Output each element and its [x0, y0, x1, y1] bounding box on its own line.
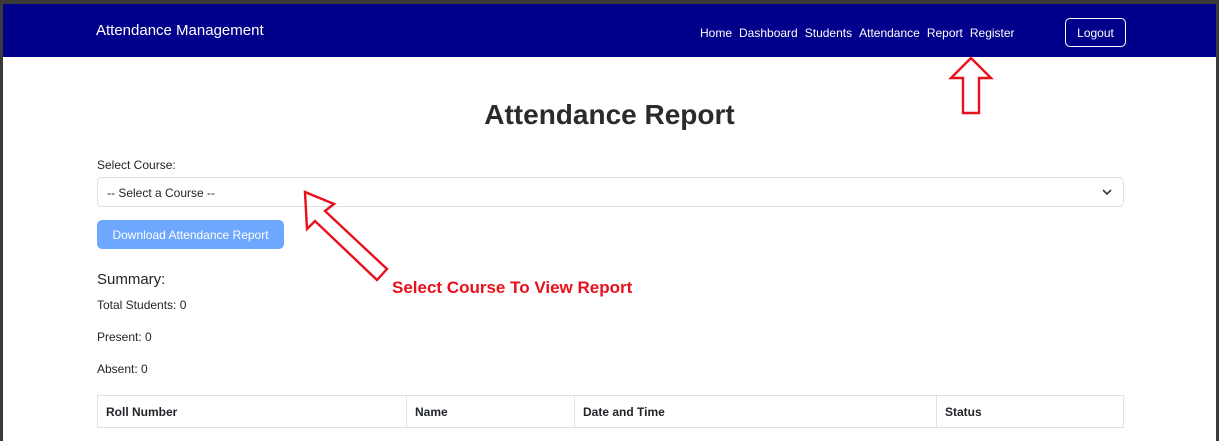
- brand-link[interactable]: Attendance Management: [96, 22, 264, 39]
- summary-total-students: Total Students: 0: [97, 298, 187, 312]
- nav-links: Home Dashboard Students Attendance Repor…: [700, 26, 1022, 40]
- annotation-callout: Select Course To View Report: [392, 278, 633, 297]
- course-select[interactable]: -- Select a Course --: [97, 177, 1124, 207]
- page-title: Attendance Report: [484, 99, 735, 130]
- nav-link-attendance[interactable]: Attendance: [859, 26, 920, 40]
- summary-title: Summary:: [97, 271, 166, 288]
- nav-link-register[interactable]: Register: [970, 26, 1015, 40]
- course-select-label: Select Course:: [97, 158, 176, 172]
- header-roll-number[interactable]: Roll Number: [97, 395, 407, 428]
- table-header-row: Roll Number Name Date and Time Status: [97, 395, 1124, 428]
- header-name[interactable]: Name: [406, 395, 575, 428]
- download-report-button[interactable]: Download Attendance Report: [97, 220, 284, 249]
- logout-button[interactable]: Logout: [1065, 18, 1126, 47]
- chevron-down-icon: [1102, 189, 1112, 196]
- nav-link-dashboard[interactable]: Dashboard: [739, 26, 798, 40]
- nav-link-students[interactable]: Students: [805, 26, 852, 40]
- header-status[interactable]: Status: [937, 396, 1124, 428]
- attendance-table: Roll Number Name Date and Time Status: [97, 395, 1124, 428]
- navbar: Attendance Management Home Dashboard Stu…: [3, 4, 1216, 57]
- course-select-value: -- Select a Course --: [107, 186, 216, 200]
- summary-present: Present: 0: [97, 330, 152, 344]
- nav-link-report[interactable]: Report: [927, 26, 963, 40]
- nav-link-home[interactable]: Home: [700, 26, 732, 40]
- summary-absent: Absent: 0: [97, 362, 148, 376]
- header-date-time[interactable]: Date and Time: [574, 395, 937, 428]
